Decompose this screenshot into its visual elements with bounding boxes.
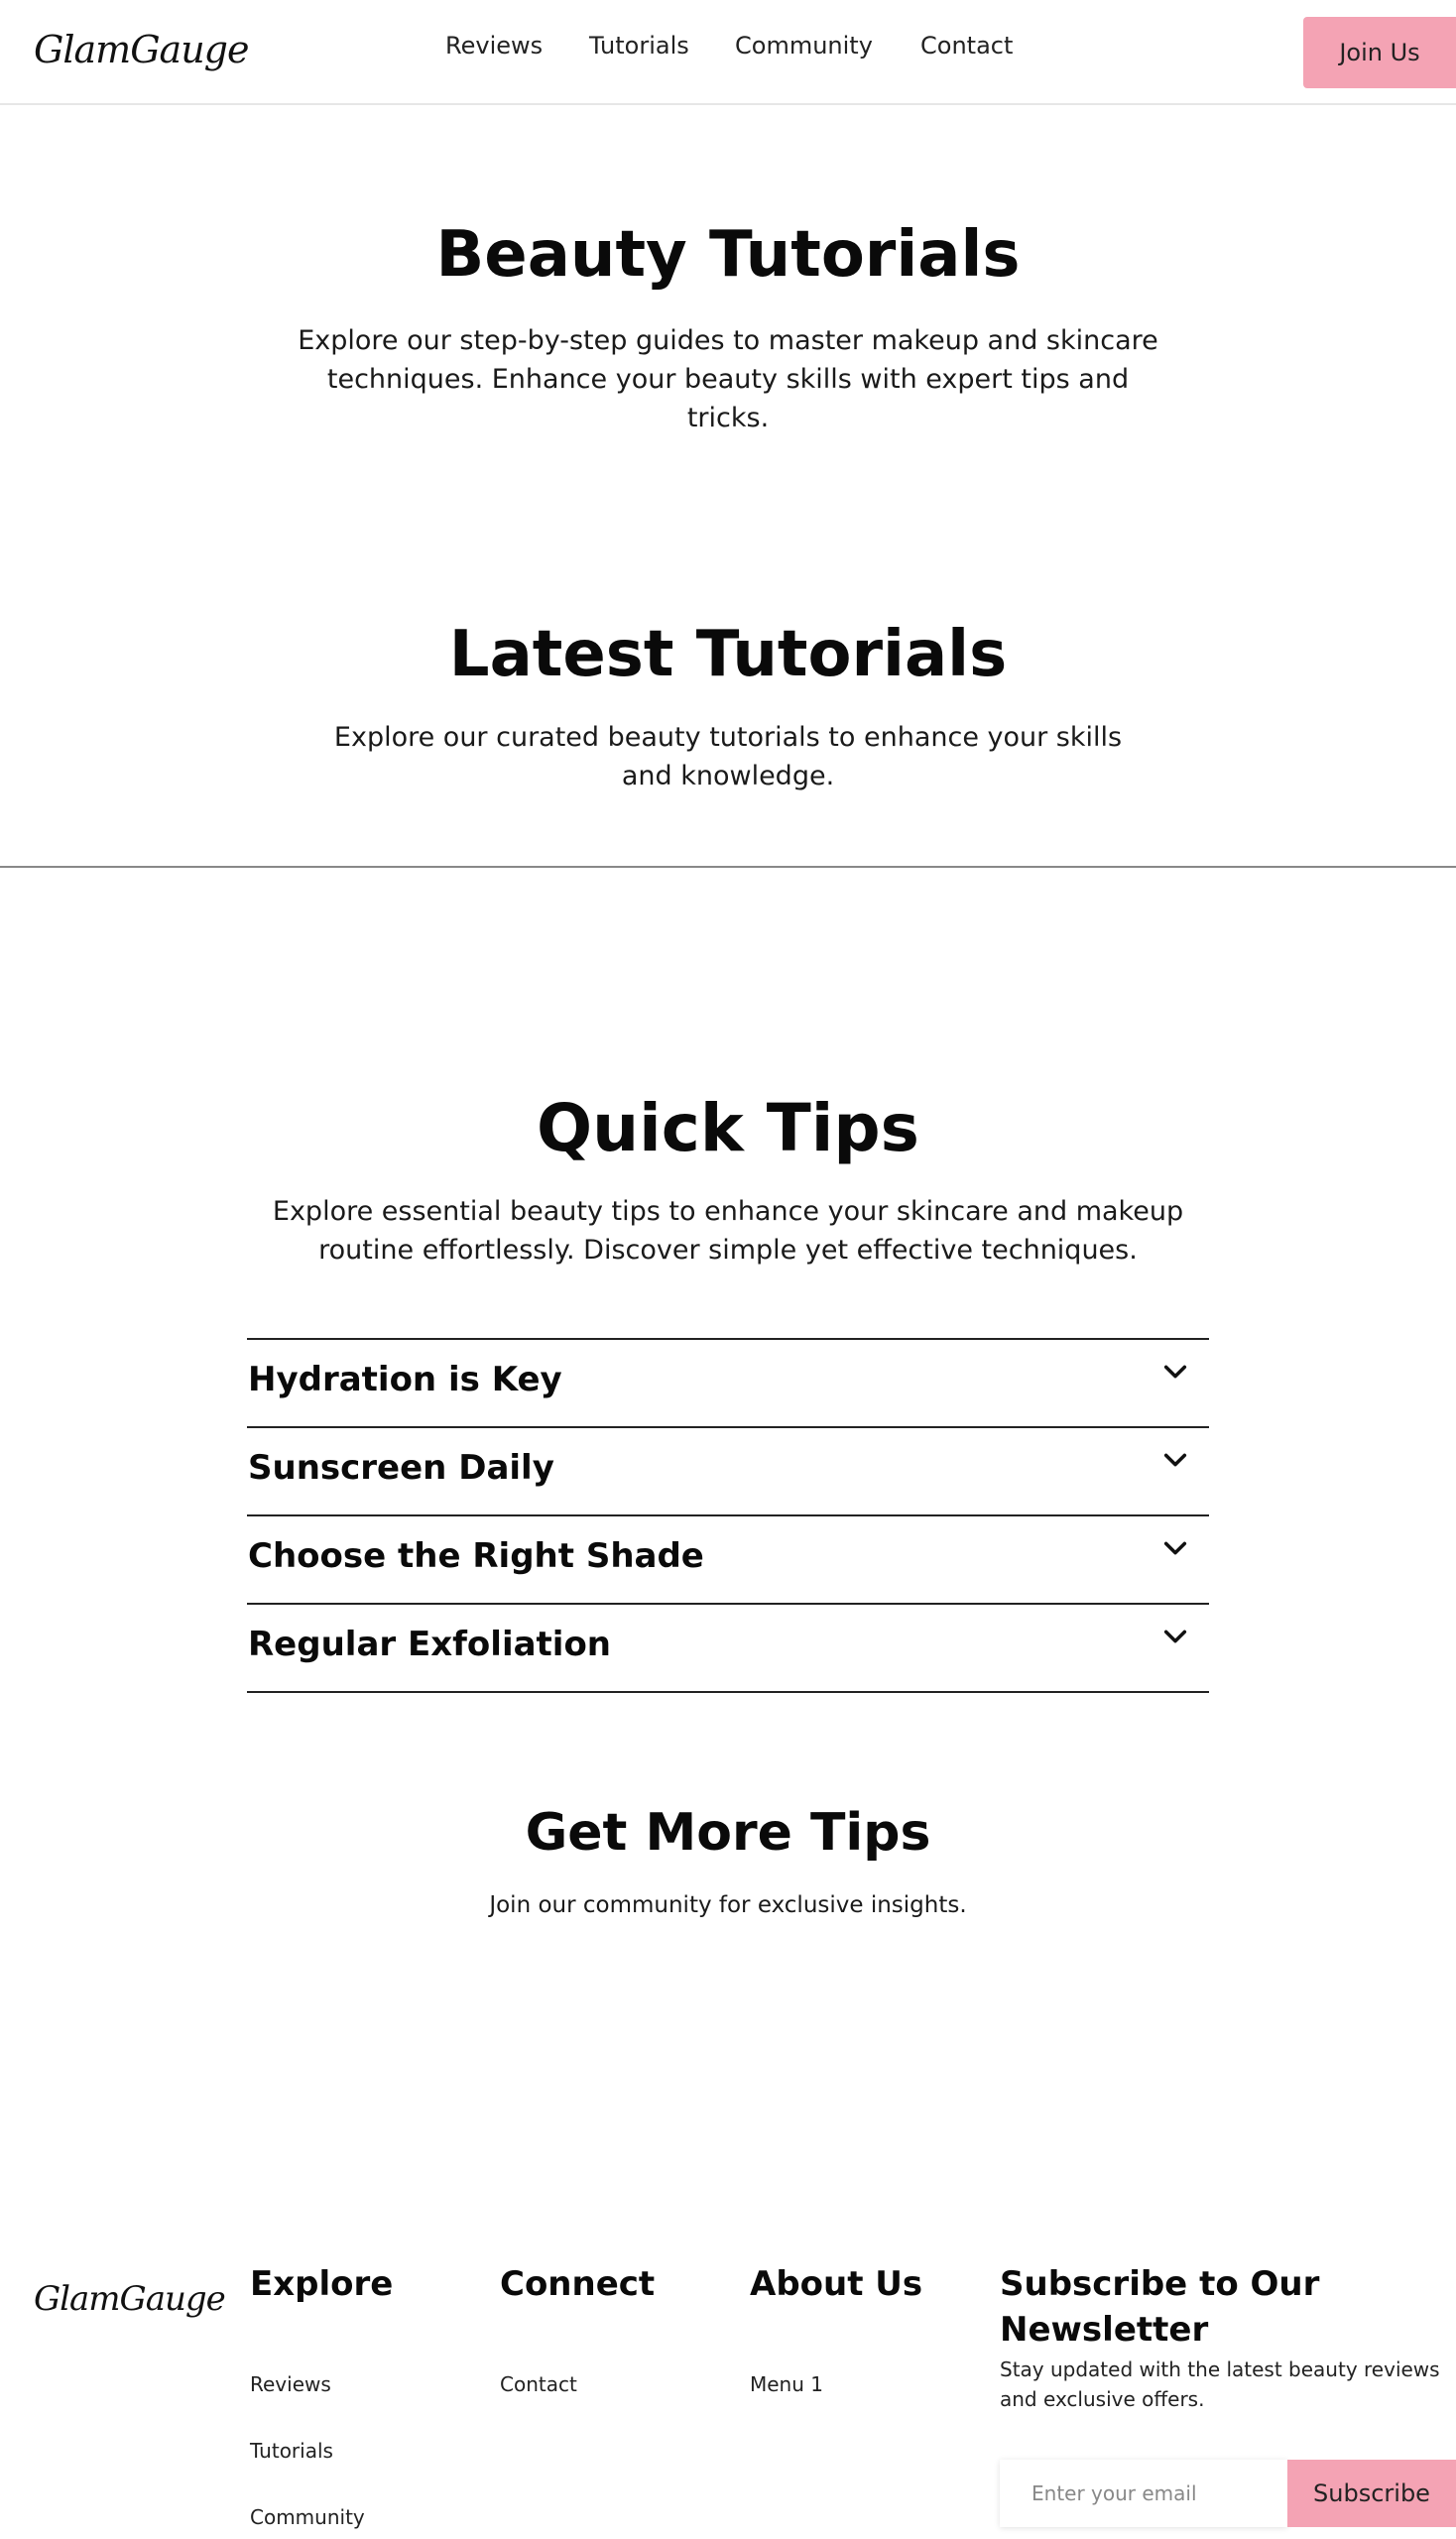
get-more-tips-section: Get More Tips Join our community for exc… <box>0 1793 1456 1922</box>
quick-tips-section: Quick Tips Explore essential beauty tips… <box>0 1087 1456 1270</box>
footer-connect-column: Connect Contact <box>500 2261 656 2396</box>
newsletter-description: Stay updated with the latest beauty revi… <box>1000 2358 1440 2411</box>
latest-tutorials-section: Latest Tutorials Explore our curated bea… <box>0 613 1456 795</box>
nav-link-community[interactable]: Community <box>735 32 873 60</box>
join-us-button[interactable]: Join Us <box>1303 17 1456 88</box>
newsletter-heading: Subscribe to Our Newsletter <box>1000 2264 1320 2350</box>
site-header: GlamGauge Reviews Tutorials Community Co… <box>0 0 1456 105</box>
accordion-item-hydration[interactable]: Hydration is Key <box>247 1340 1209 1428</box>
nav-link-reviews[interactable]: Reviews <box>445 32 543 60</box>
footer-logo[interactable]: GlamGauge <box>34 2279 226 2319</box>
accordion-item-sunscreen[interactable]: Sunscreen Daily <box>247 1428 1209 1516</box>
hero-section: Beauty Tutorials Explore our step-by-ste… <box>0 210 1456 437</box>
accordion-item-exfoliation[interactable]: Regular Exfoliation <box>247 1605 1209 1693</box>
subscribe-button[interactable]: Subscribe <box>1287 2460 1456 2527</box>
chevron-down-icon[interactable] <box>1161 1534 1189 1562</box>
footer-connect-heading: Connect <box>500 2264 656 2304</box>
newsletter-email-input[interactable] <box>1000 2460 1287 2527</box>
hero-description: Explore our step-by-step guides to maste… <box>298 325 1158 433</box>
get-more-tips-title: Get More Tips <box>525 1803 931 1863</box>
accordion-item-title: Regular Exfoliation <box>248 1625 612 1664</box>
quick-tips-description: Explore essential beauty tips to enhance… <box>272 1196 1184 1266</box>
quick-tips-title: Quick Tips <box>537 1090 919 1166</box>
chevron-down-icon[interactable] <box>1161 1358 1189 1386</box>
accordion-item-title: Choose the Right Shade <box>248 1536 704 1576</box>
footer-link-tutorials[interactable]: Tutorials <box>250 2439 333 2463</box>
footer-about-column: About Us Menu 1 <box>750 2261 923 2396</box>
footer-link-reviews[interactable]: Reviews <box>250 2372 331 2396</box>
footer-about-heading: About Us <box>750 2264 923 2304</box>
site-footer: GlamGauge Explore Reviews Tutorials Comm… <box>0 2261 1456 2539</box>
accordion-item-title: Sunscreen Daily <box>248 1448 554 1488</box>
footer-link-contact[interactable]: Contact <box>500 2372 577 2396</box>
chevron-down-icon[interactable] <box>1161 1446 1189 1474</box>
nav-link-tutorials[interactable]: Tutorials <box>589 32 689 60</box>
newsletter-block: Subscribe to Our Newsletter Stay updated… <box>1000 2261 1456 2527</box>
chevron-down-icon[interactable] <box>1161 1623 1189 1650</box>
accordion-item-shade[interactable]: Choose the Right Shade <box>247 1516 1209 1605</box>
section-divider <box>0 866 1456 868</box>
tips-accordion: Hydration is Key Sunscreen Daily Choose … <box>247 1338 1209 1693</box>
footer-link-menu-1[interactable]: Menu 1 <box>750 2372 823 2396</box>
page-title: Beauty Tutorials <box>435 218 1021 292</box>
latest-tutorials-title: Latest Tutorials <box>448 618 1008 691</box>
main-nav: Reviews Tutorials Community Contact <box>0 32 1456 71</box>
footer-explore-column: Explore Reviews Tutorials Community <box>250 2261 394 2529</box>
accordion-item-title: Hydration is Key <box>248 1360 562 1399</box>
footer-link-community[interactable]: Community <box>250 2505 365 2529</box>
footer-explore-heading: Explore <box>250 2264 394 2304</box>
get-more-tips-description: Join our community for exclusive insight… <box>489 1892 967 1918</box>
nav-link-contact[interactable]: Contact <box>920 32 1013 60</box>
latest-tutorials-description: Explore our curated beauty tutorials to … <box>333 722 1123 791</box>
